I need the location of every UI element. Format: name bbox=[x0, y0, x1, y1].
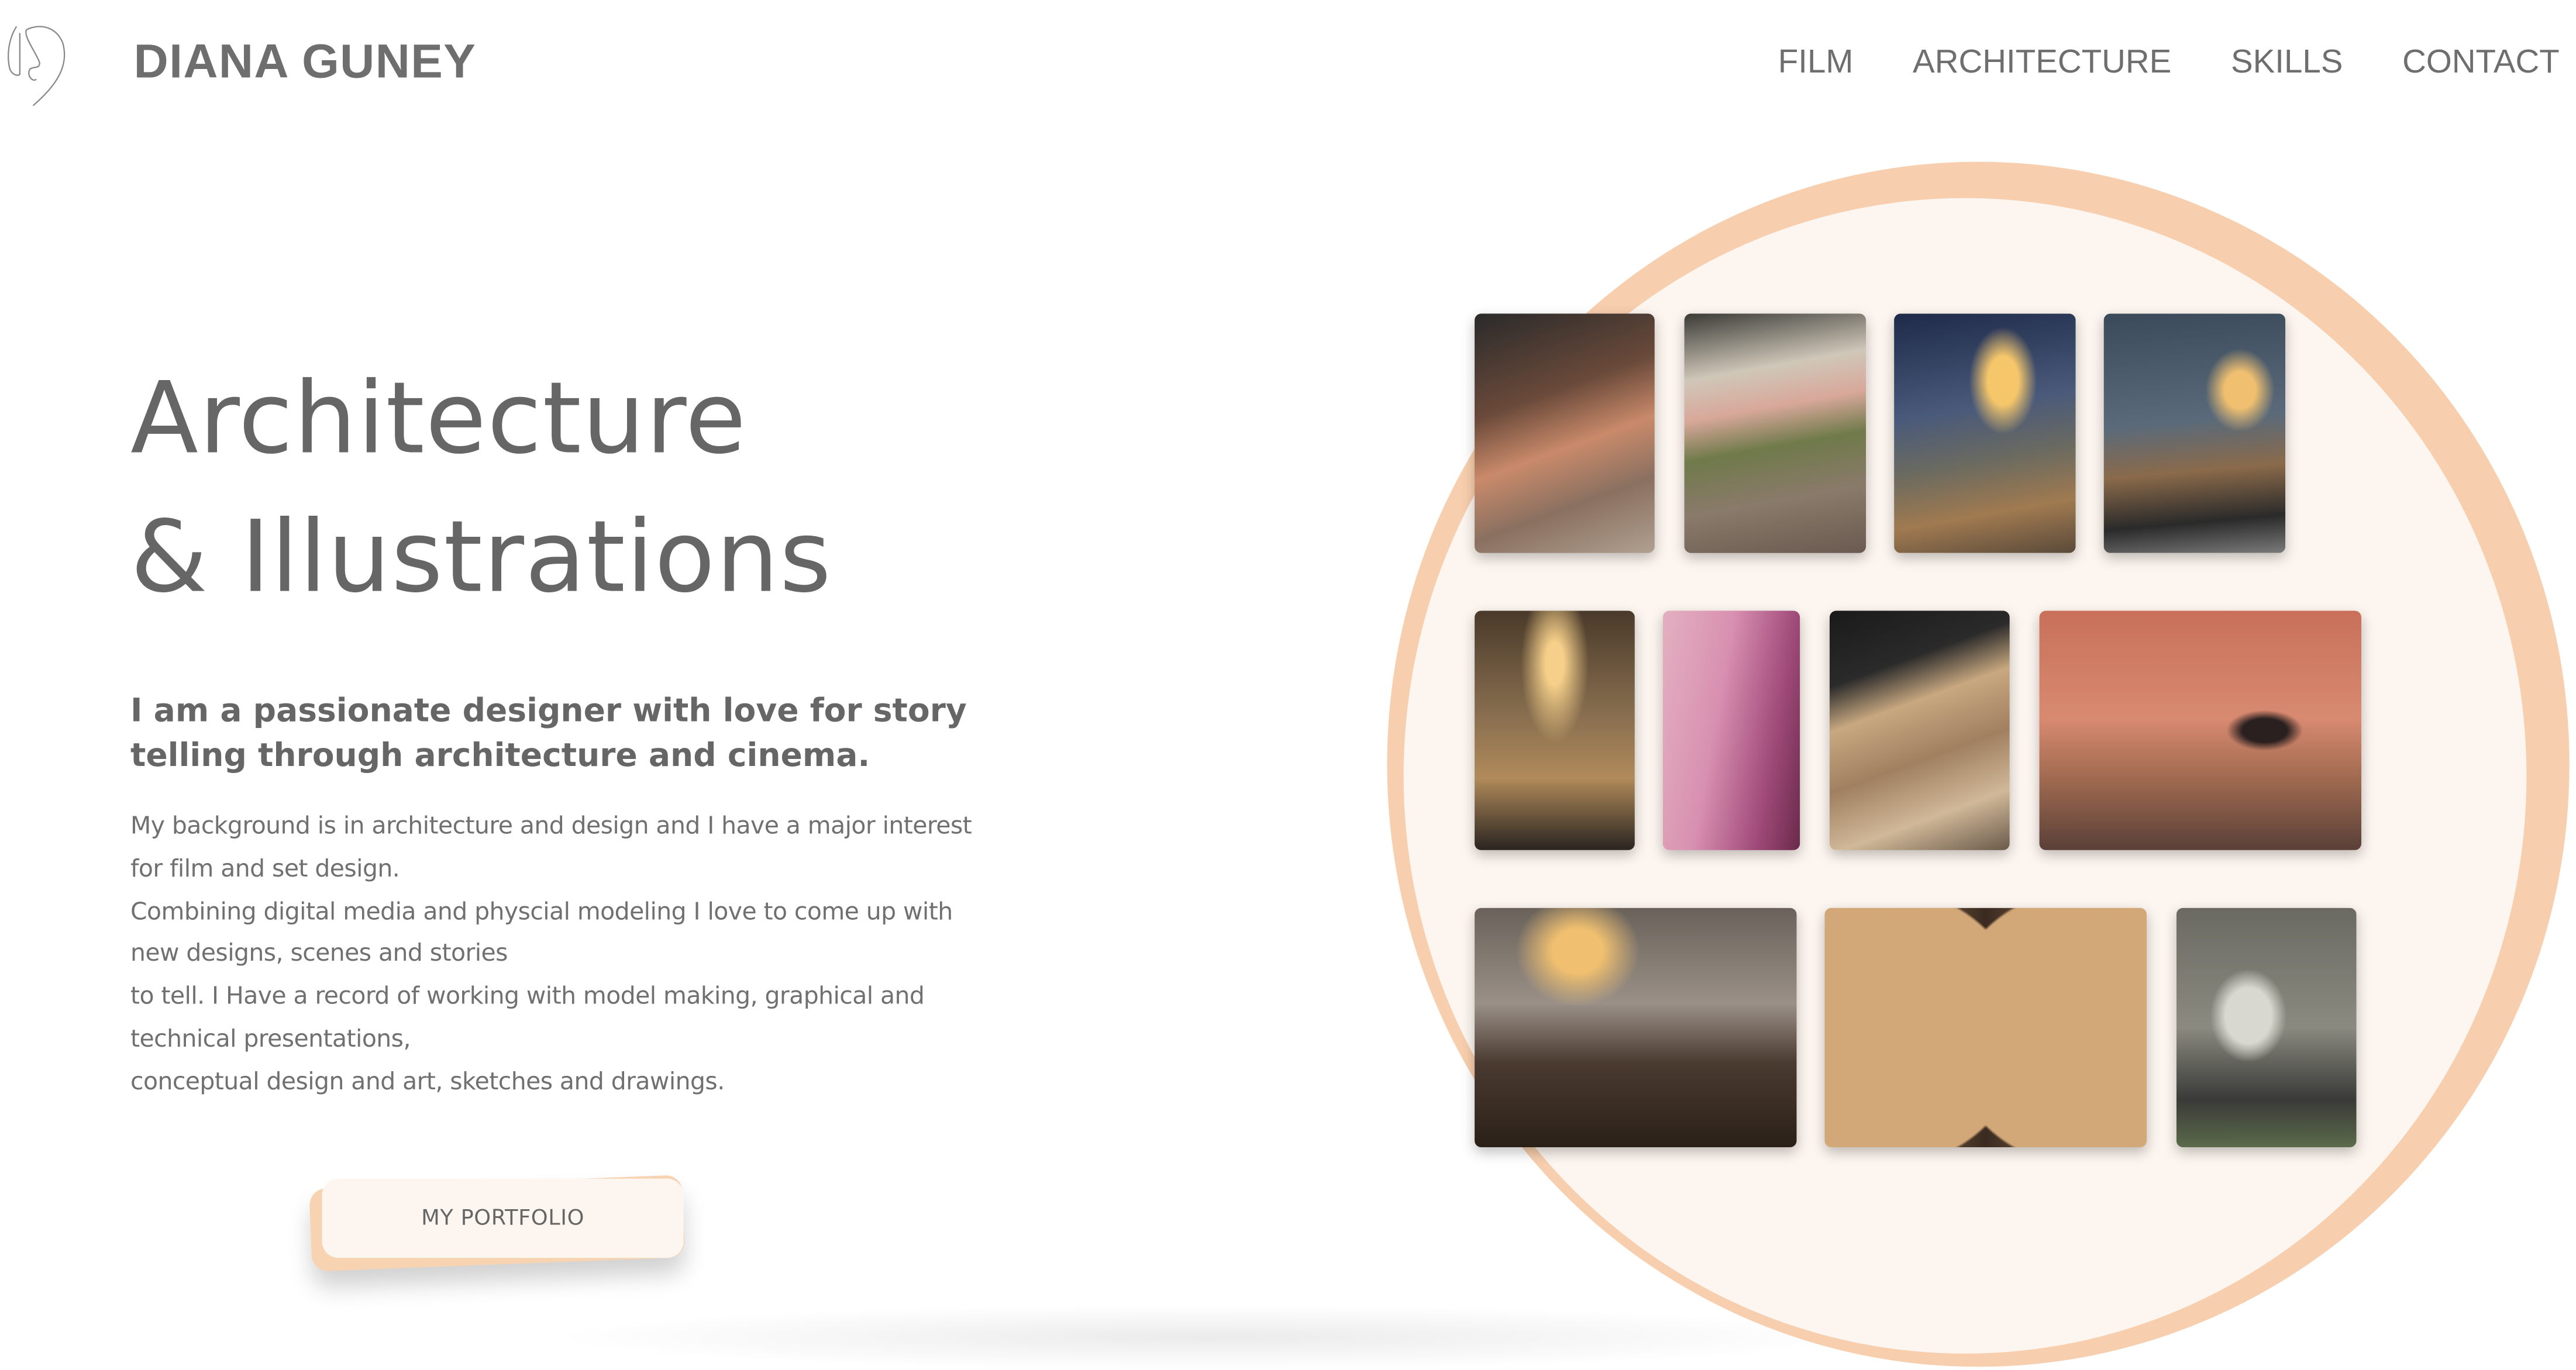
photo-wooden-doors[interactable] bbox=[1824, 907, 2147, 1148]
photo-dining-room-lamps[interactable] bbox=[1475, 907, 1797, 1148]
nav-film[interactable]: FILM bbox=[1778, 44, 1854, 82]
portfolio-button-wrapper: MY PORTFOLIO bbox=[307, 1172, 687, 1274]
description-line: new designs, scenes and stories bbox=[130, 941, 508, 968]
hero-title-line1: Architecture bbox=[130, 361, 747, 477]
brand-name[interactable]: DIANA GUNEY bbox=[134, 36, 477, 91]
signature-logo-icon[interactable] bbox=[4, 20, 76, 109]
hero-title-line2: & Illustrations bbox=[130, 500, 832, 616]
photo-pink-light-corner[interactable] bbox=[1662, 610, 1800, 850]
photo-window-bar-stools[interactable] bbox=[2103, 313, 2286, 553]
description-line: technical presentations, bbox=[130, 1026, 411, 1054]
hero-subtitle: I am a passionate designer with love for… bbox=[130, 691, 967, 775]
page: DIANA GUNEY FILM ARCHITECTURE SKILLS CON… bbox=[0, 0, 2576, 1370]
photo-wall-lamp-table[interactable] bbox=[1475, 610, 1635, 850]
photo-bar-counter-pink[interactable] bbox=[1475, 313, 1655, 553]
nav-skills[interactable]: SKILLS bbox=[2231, 44, 2343, 82]
photo-mirror-sink[interactable] bbox=[2176, 907, 2357, 1148]
my-portfolio-button[interactable]: MY PORTFOLIO bbox=[322, 1178, 684, 1258]
photo-orange-wall-seated-woman[interactable] bbox=[2039, 610, 2362, 850]
description-line: for film and set design. bbox=[130, 856, 400, 883]
photo-pendant-lamp-window[interactable] bbox=[1894, 313, 2076, 553]
hero-title: Architecture & Illustrations bbox=[130, 350, 832, 627]
nav-contact[interactable]: CONTACT bbox=[2402, 44, 2560, 82]
description-line: Combining digital media and physcial mod… bbox=[130, 899, 953, 926]
floor-shadow bbox=[545, 1304, 1866, 1370]
main-nav: FILM ARCHITECTURE SKILLS CONTACT bbox=[1778, 44, 2560, 82]
photo-wood-structure[interactable] bbox=[1829, 610, 2010, 850]
description-line: conceptual design and art, sketches and … bbox=[130, 1069, 725, 1096]
nav-architecture[interactable]: ARCHITECTURE bbox=[1913, 44, 2171, 82]
description-line: My background is in architecture and des… bbox=[130, 813, 972, 840]
hero-description: My background is in architecture and des… bbox=[130, 807, 1055, 1105]
photo-bar-plants[interactable] bbox=[1684, 313, 1866, 553]
description-line: to tell. I Have a record of working with… bbox=[130, 984, 925, 1011]
